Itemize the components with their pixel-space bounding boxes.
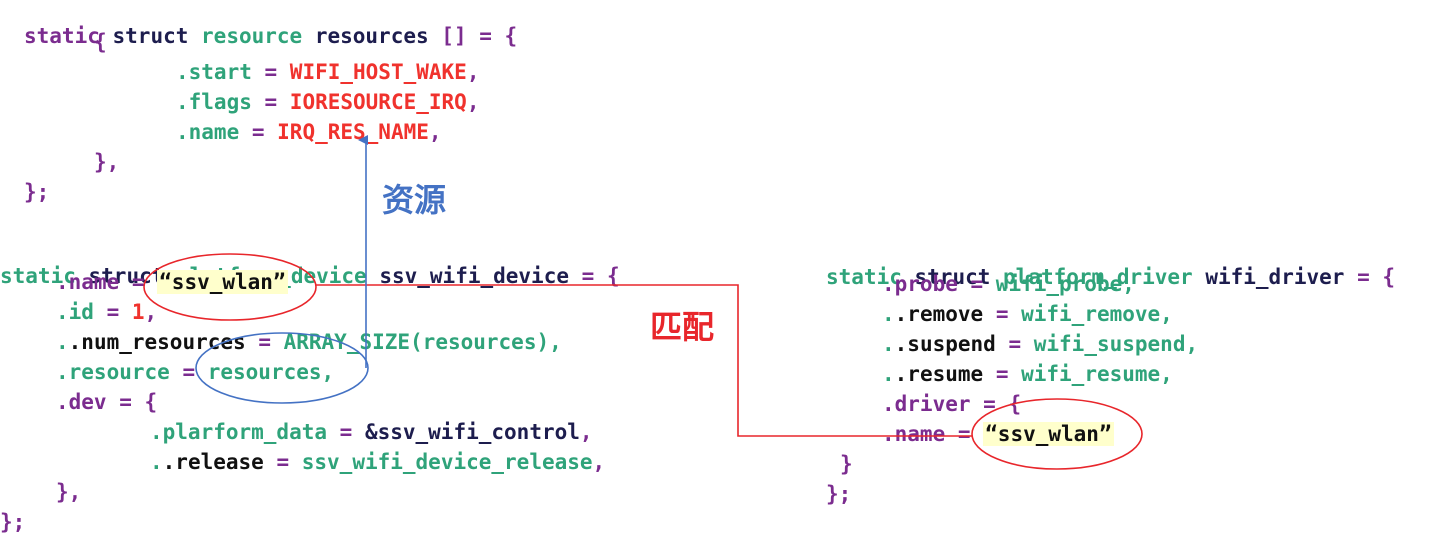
driver-name-ellipse [971,398,1143,470]
resource-ellipse [195,332,369,404]
annotation-overlay [143,135,1143,470]
match-connector [316,284,972,437]
device-name-ellipse [143,253,317,321]
